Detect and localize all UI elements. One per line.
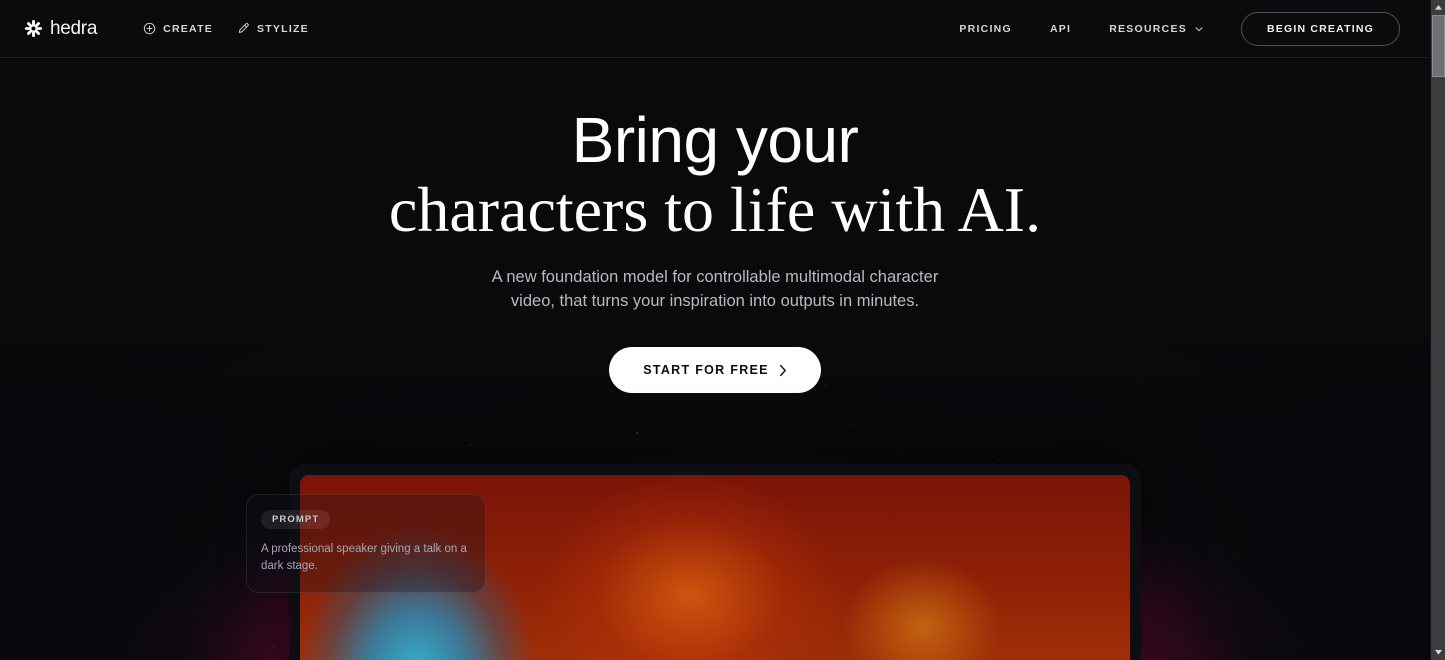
vertical-scrollbar[interactable] bbox=[1430, 0, 1445, 660]
scroll-down-arrow-icon[interactable] bbox=[1431, 645, 1445, 660]
nav-item-stylize[interactable]: STYLIZE bbox=[225, 16, 321, 41]
brand-name: hedra bbox=[50, 17, 98, 39]
hero-subtitle: A new foundation model for controllable … bbox=[491, 268, 939, 310]
scroll-up-arrow-glyph bbox=[1435, 5, 1442, 10]
nav-item-create-label: CREATE bbox=[163, 22, 213, 35]
brand-logo[interactable]: hedra bbox=[24, 18, 97, 40]
nav-secondary-group: PRICING API RESOURCES BEGIN CREATING bbox=[942, 11, 1400, 46]
magic-wand-icon bbox=[238, 23, 249, 33]
hero-title-line-1: Bring your bbox=[571, 104, 859, 176]
nav-link-resources[interactable]: RESOURCES bbox=[1092, 15, 1221, 43]
scroll-down-arrow-glyph bbox=[1435, 650, 1442, 655]
nav-link-resources-label: RESOURCES bbox=[1109, 22, 1187, 35]
nav-item-stylize-label: STYLIZE bbox=[257, 22, 309, 35]
chevron-right-icon bbox=[779, 364, 786, 376]
hero-title-line-2: characters to life with AI. bbox=[388, 174, 1042, 246]
nav-link-api[interactable]: API bbox=[1033, 15, 1088, 43]
top-navigation-bar: hedra CREATE STYLIZE PRICING API RESOURC… bbox=[0, 0, 1430, 58]
scrollbar-track[interactable] bbox=[1431, 15, 1445, 645]
prompt-card: PROMPT A professional speaker giving a t… bbox=[246, 494, 486, 594]
scroll-up-arrow-icon[interactable] bbox=[1431, 0, 1445, 15]
hero-cta-wrapper: START FOR FREE bbox=[0, 347, 1430, 394]
nav-item-create[interactable]: CREATE bbox=[131, 16, 225, 41]
prompt-badge: PROMPT bbox=[261, 510, 331, 529]
hedra-asterisk-logo-icon bbox=[24, 19, 43, 38]
chevron-down-icon bbox=[1195, 26, 1203, 31]
nav-primary-group: CREATE STYLIZE bbox=[131, 16, 321, 41]
page-title: Bring your characters to life with AI. bbox=[0, 104, 1430, 246]
scrollbar-thumb[interactable] bbox=[1432, 15, 1445, 77]
start-for-free-label: START FOR FREE bbox=[643, 363, 769, 378]
nav-link-pricing-label: PRICING bbox=[959, 22, 1012, 35]
plus-circle-icon bbox=[143, 22, 156, 35]
nav-link-pricing[interactable]: PRICING bbox=[942, 15, 1029, 43]
nav-link-api-label: API bbox=[1049, 22, 1072, 35]
page-root: hedra CREATE STYLIZE PRICING API RESOURC… bbox=[0, 0, 1430, 660]
begin-creating-button[interactable]: BEGIN CREATING bbox=[1240, 11, 1400, 46]
start-for-free-button[interactable]: START FOR FREE bbox=[609, 347, 821, 394]
hero-section: Bring your characters to life with AI. A… bbox=[0, 58, 1430, 394]
prompt-text: A professional speaker giving a talk on … bbox=[261, 543, 467, 573]
